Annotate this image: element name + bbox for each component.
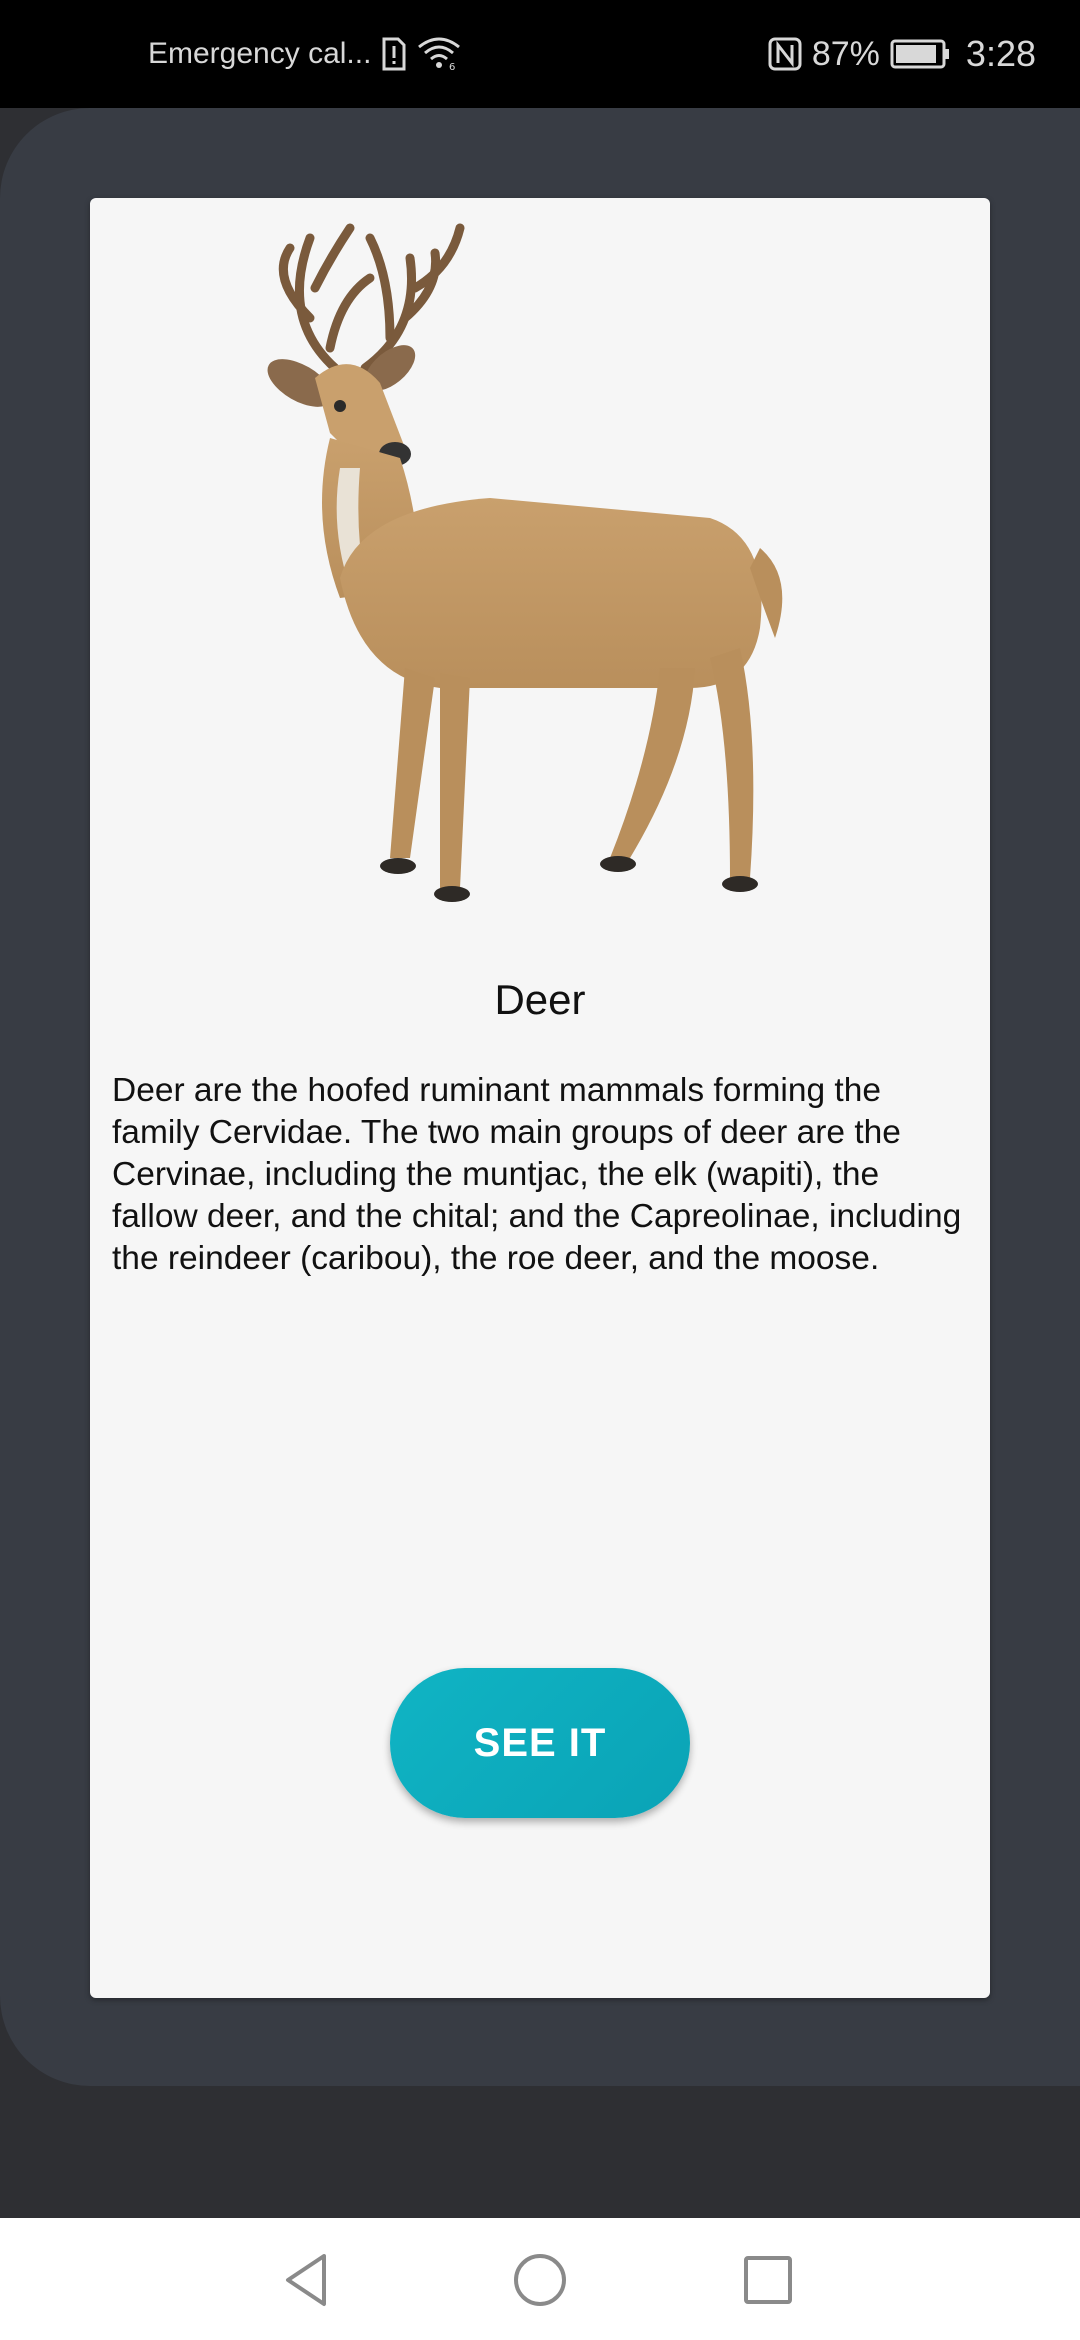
animal-title: Deer <box>494 976 586 1023</box>
animal-card: Deer Deer are the hoofed ruminant mammal… <box>90 198 990 1998</box>
status-left: Emergency cal... 6 <box>148 0 461 108</box>
home-icon[interactable] <box>508 2248 572 2312</box>
navigation-bar <box>0 2218 1080 2340</box>
status-right: 87% 3:28 <box>768 0 1036 108</box>
battery-icon <box>890 39 950 69</box>
carrier-text: Emergency cal... <box>148 37 372 70</box>
battery-percent: 87% <box>811 34 880 73</box>
sim-alert-icon <box>381 37 407 71</box>
clock: 3:28 <box>965 33 1036 74</box>
recents-icon[interactable] <box>736 2248 800 2312</box>
wifi-icon: 6 <box>417 37 461 71</box>
see-it-button[interactable]: SEE IT <box>390 1668 690 1818</box>
nfc-icon <box>768 37 802 71</box>
svg-text:6: 6 <box>449 62 455 71</box>
deer-image <box>190 218 890 938</box>
animal-description: Deer are the hoofed ruminant mammals for… <box>112 1072 962 1277</box>
back-icon[interactable] <box>276 2248 340 2312</box>
status-bar: Emergency cal... 6 87% 3:28 <box>0 0 1080 108</box>
